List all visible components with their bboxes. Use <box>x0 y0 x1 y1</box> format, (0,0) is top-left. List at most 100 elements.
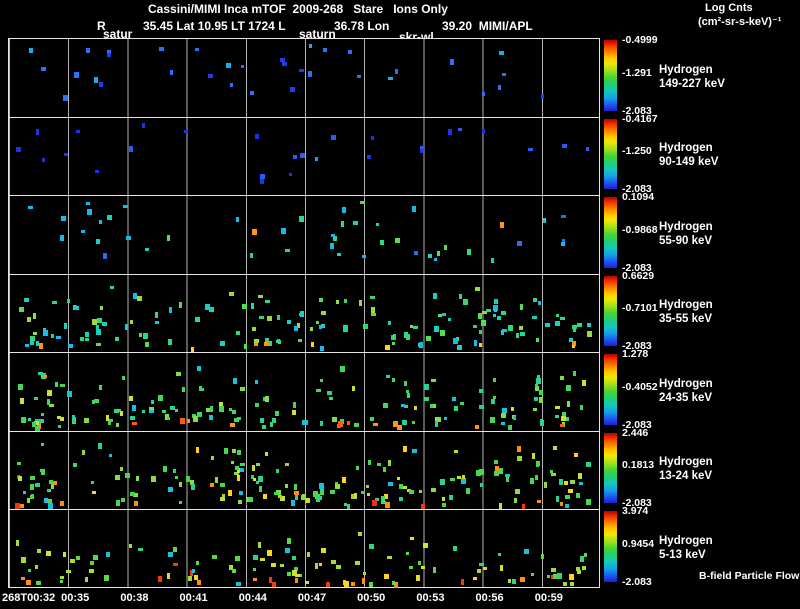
colorbar <box>604 197 617 268</box>
data-point <box>309 327 313 332</box>
data-point <box>508 578 512 583</box>
data-point <box>501 412 507 418</box>
data-point <box>208 73 214 78</box>
data-point <box>335 299 339 304</box>
data-point <box>289 87 295 93</box>
bfield-flow-label: B-field Particle Flow <box>699 570 800 582</box>
data-point <box>253 568 257 572</box>
data-point <box>305 581 310 585</box>
data-point <box>46 488 51 492</box>
data-point <box>133 292 138 299</box>
data-point <box>444 245 448 251</box>
data-point <box>384 573 390 579</box>
spectrogram-panel <box>8 352 600 433</box>
data-point <box>59 384 65 388</box>
data-point <box>412 325 418 329</box>
data-point <box>252 478 256 482</box>
data-point <box>432 293 437 300</box>
data-point <box>552 445 557 450</box>
data-point <box>399 483 404 489</box>
data-point <box>95 239 100 245</box>
data-point <box>302 419 308 425</box>
data-point <box>130 416 136 421</box>
data-points-layer <box>9 275 599 352</box>
data-point <box>52 300 58 304</box>
data-point <box>64 153 69 157</box>
data-point <box>175 371 181 376</box>
data-point <box>264 396 269 403</box>
data-point <box>381 496 386 501</box>
data-point <box>251 302 255 309</box>
data-point <box>211 455 215 460</box>
data-point <box>368 460 372 466</box>
species-label: Hydrogen <box>659 63 713 76</box>
data-point <box>387 77 393 81</box>
data-point <box>50 484 54 490</box>
data-point <box>334 483 340 489</box>
data-point <box>219 482 225 487</box>
data-point <box>543 218 546 224</box>
data-point <box>91 399 95 404</box>
data-point <box>402 486 407 490</box>
data-point <box>284 249 290 253</box>
data-point <box>541 553 545 559</box>
data-point <box>536 460 541 466</box>
colorbar-max-label: 0.6629 <box>622 270 655 282</box>
energy-label: 5-13 keV <box>659 548 706 561</box>
plot-title: Cassini/MIMI Inca mTOF 2009-268 Stare Io… <box>148 2 448 16</box>
data-point <box>210 483 215 488</box>
data-point <box>195 317 201 323</box>
data-point <box>114 337 119 342</box>
data-point <box>326 582 330 588</box>
data-point <box>444 417 448 421</box>
data-point <box>384 345 390 351</box>
data-point <box>306 498 310 504</box>
data-point <box>32 312 36 319</box>
colorbar <box>604 511 617 582</box>
data-point <box>291 499 296 506</box>
species-label: Hydrogen <box>659 299 713 311</box>
data-point <box>247 497 253 503</box>
data-point <box>197 366 202 372</box>
data-point <box>285 463 290 467</box>
data-point <box>168 551 174 557</box>
data-point <box>162 465 167 472</box>
data-point <box>239 463 245 467</box>
data-point <box>76 555 81 560</box>
energy-label: 149-227 keV <box>659 77 725 90</box>
time-tick-label: 00:56 <box>475 592 504 604</box>
data-point <box>586 323 591 328</box>
data-point <box>405 333 410 340</box>
data-point <box>457 344 463 350</box>
data-point <box>235 330 240 335</box>
data-point <box>253 342 258 346</box>
data-point <box>512 578 517 584</box>
data-point <box>67 391 73 398</box>
data-point <box>129 146 134 153</box>
data-point <box>569 479 575 484</box>
data-point <box>315 321 319 325</box>
data-points-layer <box>9 432 599 511</box>
data-point <box>560 501 564 506</box>
data-point <box>18 384 24 391</box>
data-point <box>116 422 120 427</box>
data-point <box>431 487 437 492</box>
data-point <box>307 70 312 77</box>
data-point <box>192 416 198 423</box>
spectrogram-row-149-227kev: -0.4999 -1.291 -2.083 Hydrogen 149-227 k… <box>0 34 800 117</box>
data-point <box>454 405 459 411</box>
data-point <box>370 416 375 421</box>
data-point <box>434 326 440 333</box>
data-point <box>26 317 31 323</box>
data-point <box>276 314 280 320</box>
data-point <box>36 581 42 586</box>
data-point <box>21 417 27 424</box>
data-point <box>260 179 265 185</box>
colorbar-max-label: -0.4999 <box>622 34 658 46</box>
data-point <box>564 504 569 509</box>
energy-label: 13-24 keV <box>659 470 713 482</box>
colorbar-max-label: 2.446 <box>622 427 649 439</box>
data-point <box>55 336 61 340</box>
data-point <box>547 574 551 578</box>
spectrogram-row-55-90kev: 0.1094 -0.9868 -2.083 Hydrogen 55-90 keV <box>0 191 800 274</box>
